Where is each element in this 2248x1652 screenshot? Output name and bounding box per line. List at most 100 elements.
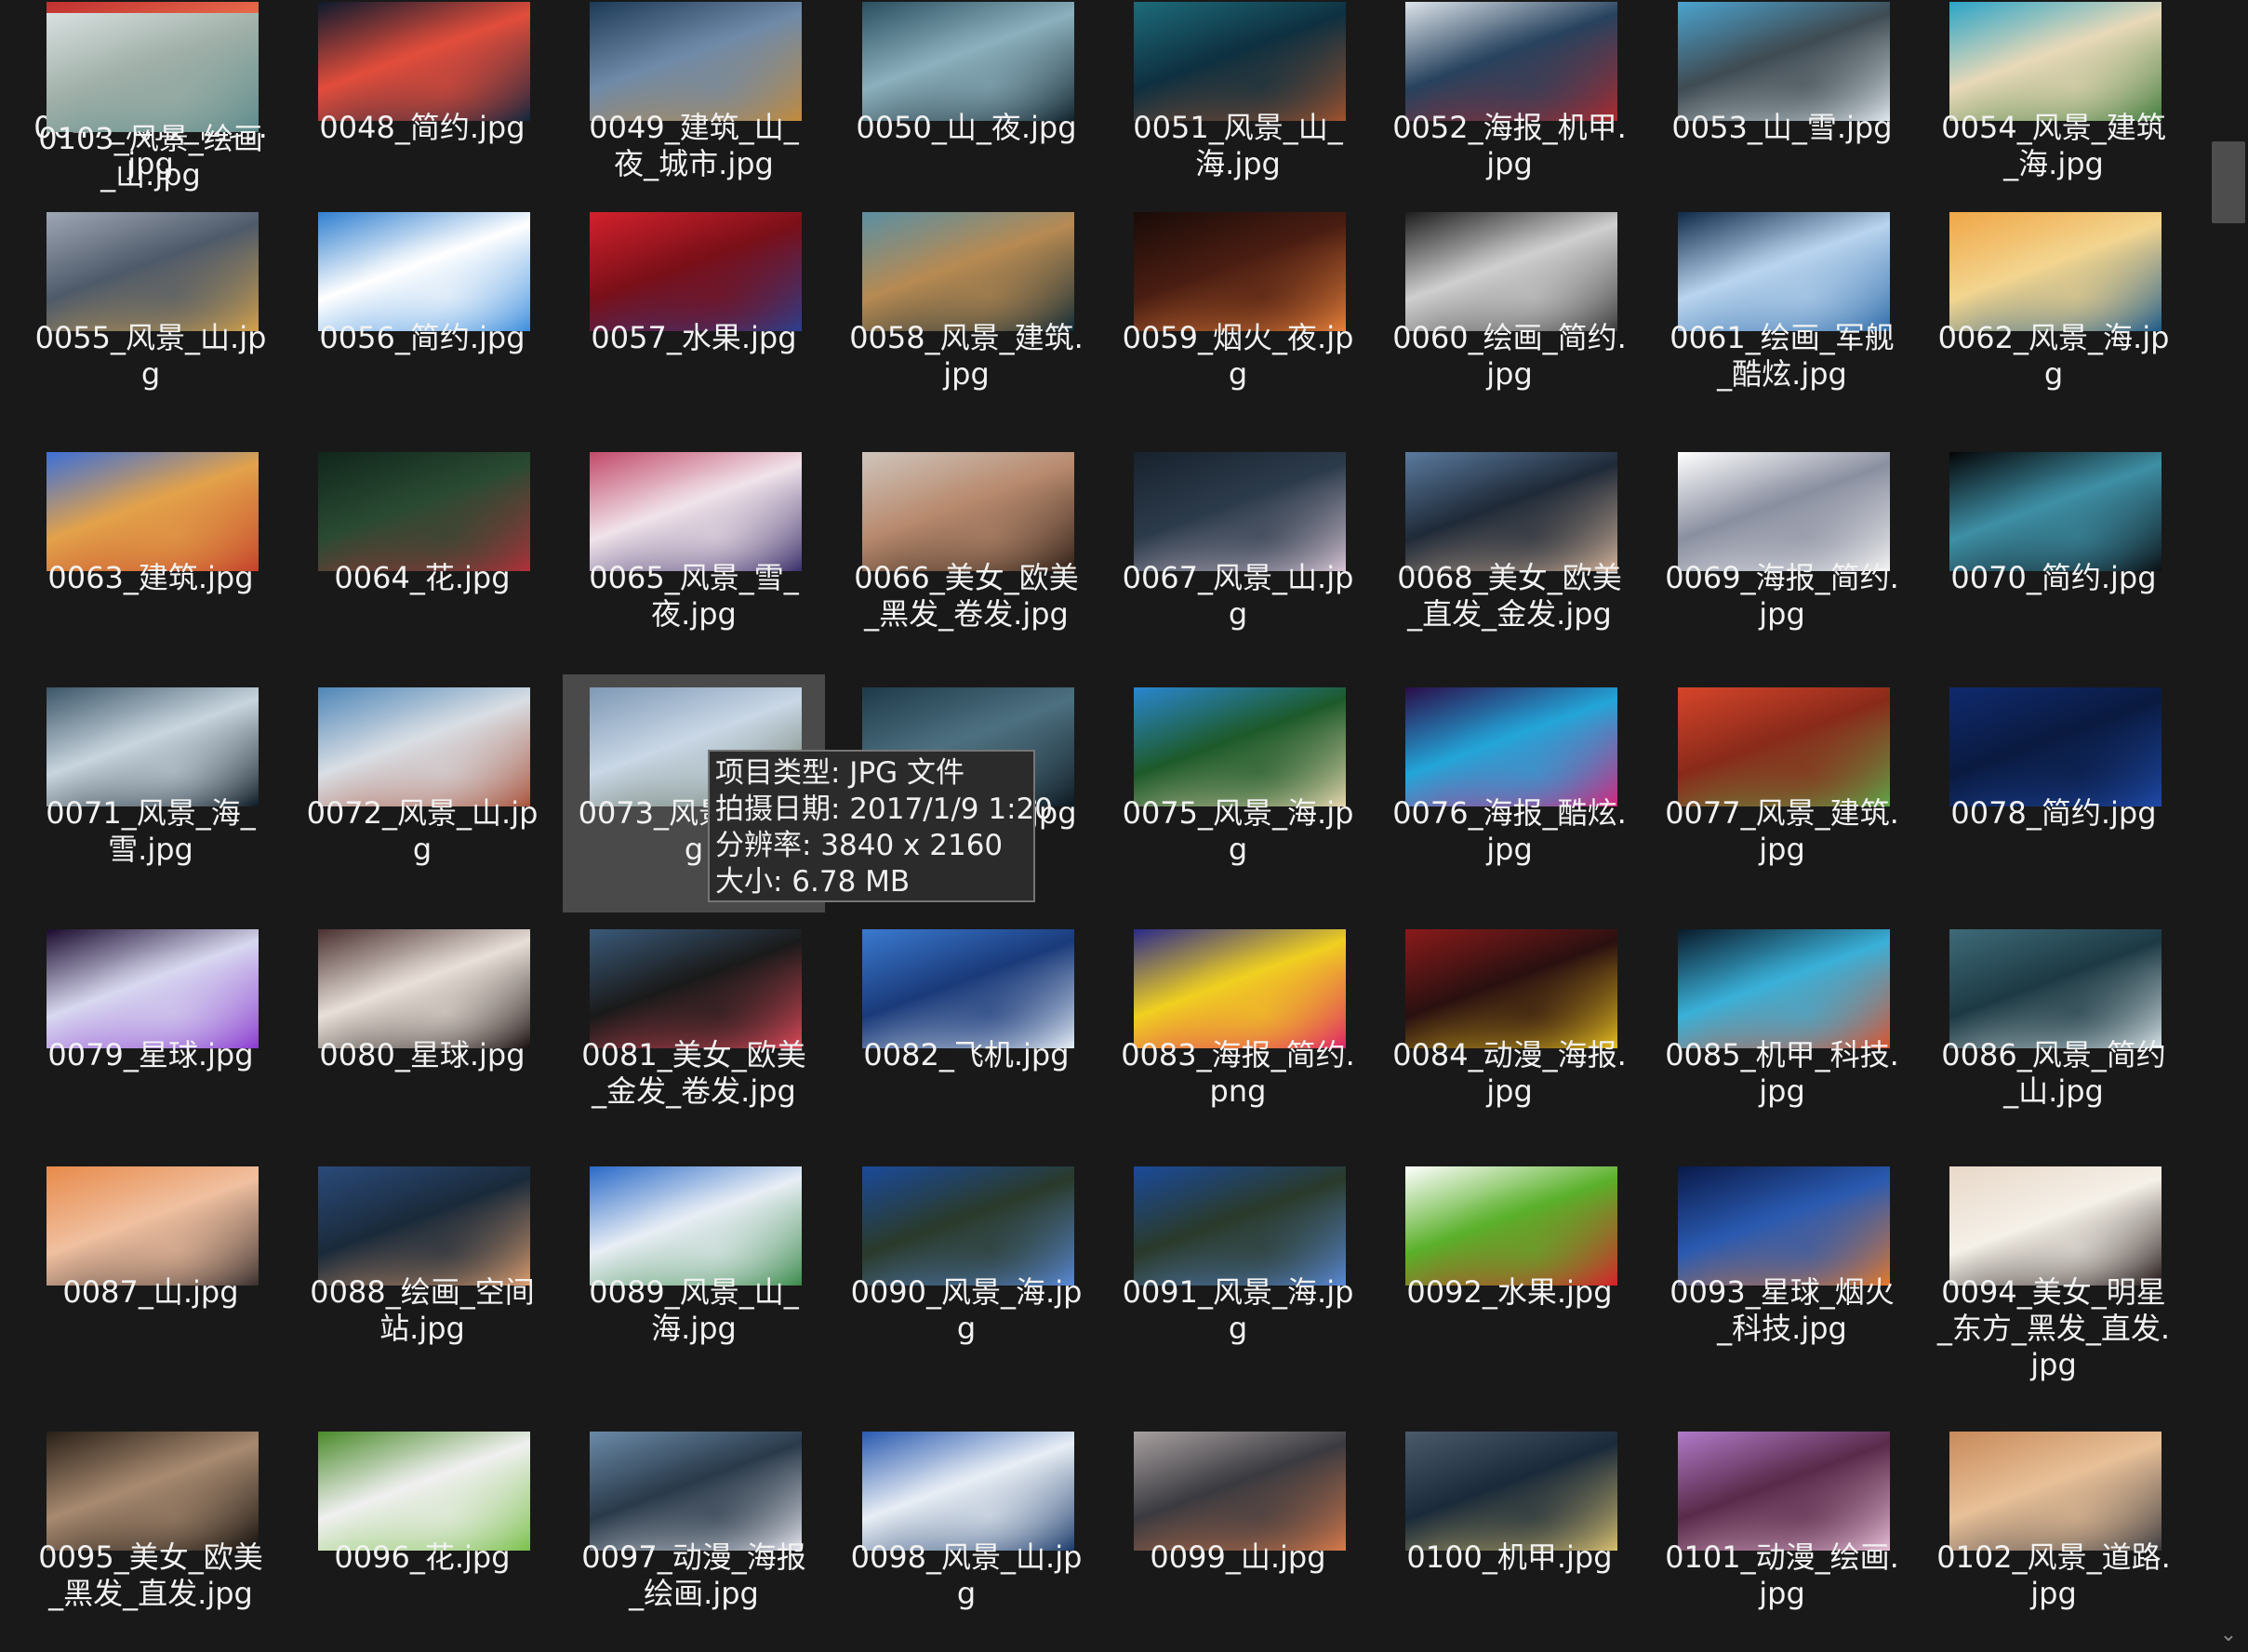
file-item-0062[interactable]: 0062_风景_海.jpg	[1922, 199, 2185, 437]
file-item-0050[interactable]: 0050_山_夜.jpg	[835, 0, 1097, 227]
file-item-0067[interactable]: 0067_风景_山.jpg	[1107, 439, 1369, 677]
file-item-0096[interactable]: 0096_花.jpg	[291, 1419, 553, 1652]
thumbnail-image	[1678, 212, 1890, 331]
file-thumbnail	[1949, 687, 2162, 806]
file-item-0064[interactable]: 0064_花.jpg	[291, 439, 553, 677]
file-item-0063[interactable]: 0063_建筑.jpg	[20, 439, 282, 677]
thumbnail-image	[1134, 212, 1346, 331]
file-item-0057[interactable]: 0057_水果.jpg	[563, 199, 825, 437]
file-item-0072[interactable]: 0072_风景_山.jpg	[291, 674, 553, 913]
file-item-0049[interactable]: 0049_建筑_山_夜_城市.jpg	[563, 0, 825, 227]
file-name-label: 0097_动漫_海报_绘画.jpg	[581, 1539, 806, 1611]
file-item-0098[interactable]: 0098_风景_山.jpg	[835, 1419, 1097, 1652]
file-item-0071[interactable]: 0071_风景_海_雪.jpg	[20, 674, 282, 913]
file-name-label: 0085_机甲_科技.jpg	[1665, 1037, 1899, 1109]
file-item-0094[interactable]: 0094_美女_明星_东方_黑发_直发.jpg	[1922, 1153, 2185, 1392]
file-item-0086[interactable]: 0086_风景_简约_山.jpg	[1922, 916, 2185, 1154]
file-item-0087[interactable]: 0087_山.jpg	[20, 1153, 282, 1392]
file-name-label: 0103_风景_绘画_山.jpg	[38, 121, 263, 193]
file-item-0065[interactable]: 0065_风景_雪_夜.jpg	[563, 439, 825, 677]
file-item-0077[interactable]: 0077_风景_建筑.jpg	[1651, 674, 1913, 913]
file-item-0091[interactable]: 0091_风景_海.jpg	[1107, 1153, 1369, 1392]
scrollbar-thumb[interactable]	[2212, 141, 2245, 223]
file-item-0102[interactable]: 0102_风景_道路.jpg	[1922, 1419, 2185, 1652]
file-name-label: 0055_风景_山.jpg	[34, 320, 267, 392]
file-thumbnail	[862, 2, 1074, 121]
file-item-0051[interactable]: 0051_风景_山_海.jpg	[1107, 0, 1369, 227]
file-item-0048[interactable]: 0048_简约.jpg	[291, 0, 553, 227]
file-thumbnail	[1949, 2, 2162, 121]
file-item-0076[interactable]: 0076_海报_酷炫.jpg	[1378, 674, 1641, 913]
file-item-0059[interactable]: 0059_烟火_夜.jpg	[1107, 199, 1369, 437]
file-thumbnail	[1678, 2, 1890, 121]
file-item-0085[interactable]: 0085_机甲_科技.jpg	[1651, 916, 1913, 1154]
file-item-0089[interactable]: 0089_风景_山_海.jpg	[563, 1153, 825, 1392]
file-thumbnail	[1134, 2, 1346, 121]
file-item-0083[interactable]: 0083_海报_简约.png	[1107, 916, 1369, 1154]
thumbnail-image	[1949, 929, 2162, 1048]
file-thumbnail	[1405, 1432, 1617, 1551]
file-thumbnail	[590, 1432, 802, 1551]
file-name-label: 0056_简约.jpg	[319, 320, 525, 355]
thumbnail-image	[318, 1432, 530, 1551]
file-item-0095[interactable]: 0095_美女_欧美_黑发_直发.jpg	[20, 1419, 282, 1652]
file-name-label: 0060_绘画_简约.jpg	[1392, 320, 1627, 392]
file-thumbnail	[47, 452, 259, 571]
file-item-0090[interactable]: 0090_风景_海.jpg	[835, 1153, 1097, 1392]
file-item-0079[interactable]: 0079_星球.jpg	[20, 916, 282, 1154]
file-item-0056[interactable]: 0056_简约.jpg	[291, 199, 553, 437]
tooltip-type: 项目类型: JPG 文件	[715, 756, 965, 790]
file-item-0053[interactable]: 0053_山_雪.jpg	[1651, 0, 1913, 227]
file-thumbnail	[47, 13, 259, 132]
file-item-0061[interactable]: 0061_绘画_军舰_酷炫.jpg	[1651, 199, 1913, 437]
thumbnail-image	[1405, 929, 1617, 1048]
thumbnail-image	[318, 2, 530, 121]
file-item-0078[interactable]: 0078_简约.jpg	[1922, 674, 2185, 913]
file-item-0066[interactable]: 0066_美女_欧美_黑发_卷发.jpg	[835, 439, 1097, 677]
file-item-0099[interactable]: 0099_山.jpg	[1107, 1419, 1369, 1652]
file-item-0080[interactable]: 0080_星球.jpg	[291, 916, 553, 1154]
file-item-0069[interactable]: 0069_海报_简约.jpg	[1651, 439, 1913, 677]
thumbnail-image	[1949, 212, 2162, 331]
file-item-0070[interactable]: 0070_简约.jpg	[1922, 439, 2185, 677]
file-thumbnail	[318, 212, 530, 331]
file-item-0060[interactable]: 0060_绘画_简约.jpg	[1378, 199, 1641, 437]
file-thumbnail	[590, 212, 802, 331]
file-thumbnail	[318, 1166, 530, 1286]
file-thumbnail	[1949, 1432, 2162, 1551]
vertical-scrollbar[interactable]	[2209, 0, 2248, 1652]
file-item-0097[interactable]: 0097_动漫_海报_绘画.jpg	[563, 1419, 825, 1652]
file-name-label: 0082_飞机.jpg	[863, 1037, 1070, 1072]
file-item-0101[interactable]: 0101_动漫_绘画.jpg	[1651, 1419, 1913, 1652]
thumbnail-image	[862, 2, 1074, 121]
scroll-down-arrow-icon[interactable]: ⌄	[2209, 1619, 2248, 1652]
file-thumbnail	[1134, 1432, 1346, 1551]
thumbnail-image	[590, 1432, 802, 1551]
file-item-0058[interactable]: 0058_风景_建筑.jpg	[835, 199, 1097, 437]
thumbnail-image	[1405, 687, 1617, 806]
file-item-0088[interactable]: 0088_绘画_空间站.jpg	[291, 1153, 553, 1392]
file-item-0103[interactable]: 0103_风景_绘画_山.jpg	[20, 0, 282, 238]
file-item-0082[interactable]: 0082_飞机.jpg	[835, 916, 1097, 1154]
file-name-label: 0093_星球_烟火_科技.jpg	[1669, 1274, 1895, 1346]
file-item-0100[interactable]: 0100_机甲.jpg	[1378, 1419, 1641, 1652]
file-item-0084[interactable]: 0084_动漫_海报.jpg	[1378, 916, 1641, 1154]
file-name-label: 0077_风景_建筑.jpg	[1665, 795, 1899, 867]
file-item-0093[interactable]: 0093_星球_烟火_科技.jpg	[1651, 1153, 1913, 1392]
file-thumbnail	[1678, 1166, 1890, 1286]
file-name-label: 0066_美女_欧美_黑发_卷发.jpg	[854, 560, 1079, 632]
file-item-0092[interactable]: 0092_水果.jpg	[1378, 1153, 1641, 1392]
file-name-label: 0051_风景_山_海.jpg	[1133, 110, 1343, 181]
thumbnail-image	[590, 2, 802, 121]
file-item-0075[interactable]: 0075_风景_海.jpg	[1107, 674, 1369, 913]
file-item-0081[interactable]: 0081_美女_欧美_金发_卷发.jpg	[563, 916, 825, 1154]
file-name-label: 0098_风景_山.jpg	[850, 1539, 1083, 1611]
file-thumbnail	[1678, 687, 1890, 806]
file-name-label: 0081_美女_欧美_金发_卷发.jpg	[581, 1037, 806, 1109]
tooltip-date: 拍摄日期: 2017/1/9 1:20	[715, 793, 1053, 826]
file-item-0054[interactable]: 0054_风景_建筑_海.jpg	[1922, 0, 2185, 227]
file-item-0052[interactable]: 0052_海报_机甲.jpg	[1378, 0, 1641, 227]
file-name-label: 0069_海报_简约.jpg	[1665, 560, 1899, 632]
file-name-label: 0084_动漫_海报.jpg	[1392, 1037, 1627, 1109]
file-item-0068[interactable]: 0068_美女_欧美_直发_金发.jpg	[1378, 439, 1641, 677]
